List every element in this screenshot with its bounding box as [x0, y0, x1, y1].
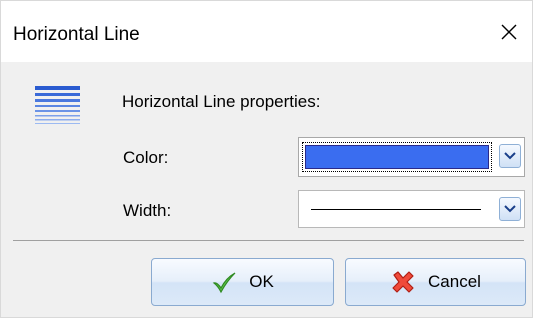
width-dropdown-button[interactable]	[499, 197, 521, 221]
horizontal-lines-icon	[35, 86, 80, 124]
checkmark-icon	[212, 272, 236, 294]
line-width-sample	[311, 209, 481, 210]
color-label: Color:	[123, 148, 169, 167]
cancel-button[interactable]: Cancel	[345, 258, 526, 306]
color-dropdown[interactable]	[298, 137, 525, 177]
separator	[13, 240, 524, 241]
close-icon	[501, 24, 517, 39]
ok-button[interactable]: OK	[151, 258, 334, 306]
width-dropdown[interactable]	[298, 190, 525, 228]
red-x-icon	[392, 271, 414, 293]
horizontal-line-dialog: Horizontal Line Horizontal Line properti…	[0, 0, 533, 318]
color-swatch-focus	[302, 142, 492, 172]
dialog-title: Horizontal Line	[13, 24, 140, 45]
ok-button-label: OK	[249, 272, 274, 291]
cancel-button-label: Cancel	[428, 272, 481, 291]
chevron-down-icon	[504, 205, 516, 213]
color-swatch	[305, 145, 489, 169]
chevron-down-icon	[504, 152, 516, 160]
width-label: Width:	[123, 201, 172, 220]
title-bar: Horizontal Line	[1, 1, 532, 62]
color-dropdown-button[interactable]	[499, 144, 521, 168]
properties-heading: Horizontal Line properties:	[122, 92, 321, 111]
close-button[interactable]	[486, 1, 532, 62]
